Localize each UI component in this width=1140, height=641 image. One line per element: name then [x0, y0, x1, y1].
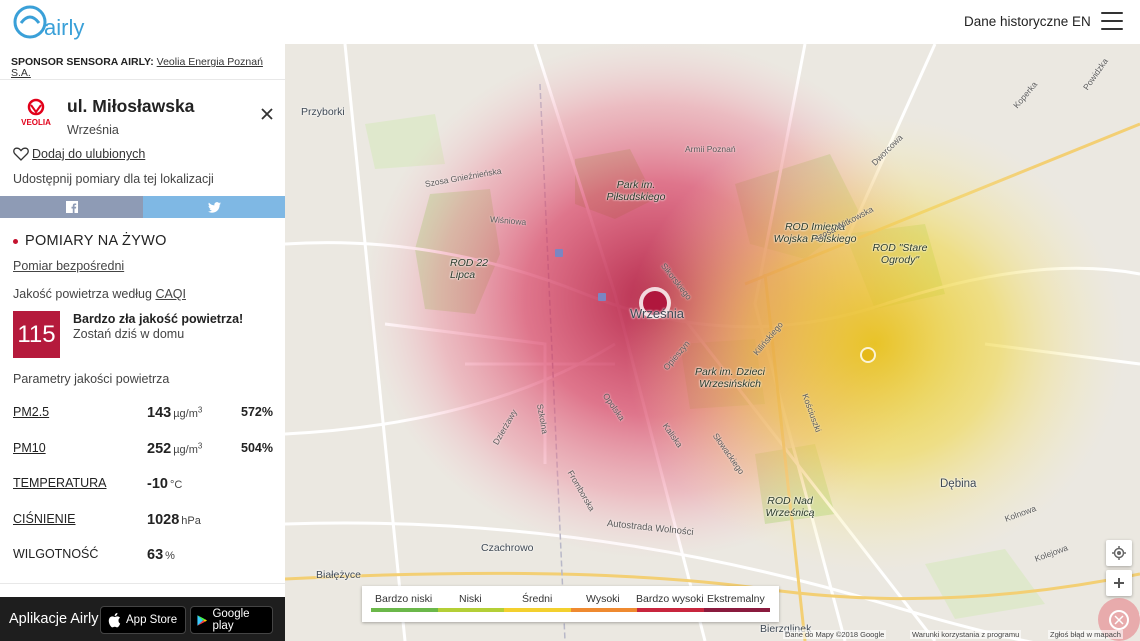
station-city: Września: [67, 123, 119, 137]
hamburger-icon[interactable]: [1101, 12, 1123, 30]
close-icon[interactable]: [261, 108, 273, 120]
bookmark-icon: [1109, 609, 1129, 630]
map-label: ROD "Stare Ogrody": [872, 242, 928, 266]
param-name[interactable]: PM10: [13, 441, 46, 455]
legend-label: Wysoki: [586, 593, 620, 605]
street-label: Armii Poznań: [685, 144, 736, 154]
top-header: airly Dane historyczne EN: [0, 0, 1140, 44]
transit-icon: [555, 249, 563, 257]
sensor-marker-yellow[interactable]: [862, 349, 874, 361]
param-value: 1028 hPa: [147, 512, 201, 528]
location-target-icon: [1112, 546, 1126, 560]
app-store-button[interactable]: App Store: [100, 606, 186, 634]
param-row-humidity: WILGOTNOŚĆ 63%: [13, 547, 273, 569]
legend-label: Niski: [459, 593, 482, 605]
airly-logo[interactable]: airly: [12, 3, 92, 41]
twitter-share-button[interactable]: [143, 196, 285, 218]
facebook-icon: [65, 201, 78, 213]
param-row-pm25: PM2.5 143 µg/m3 572%: [13, 405, 273, 427]
caqi-prefix: Jakość powietrza według: [13, 287, 156, 301]
param-name[interactable]: CIŚNIENIE: [13, 512, 76, 526]
caqi-caption: Jakość powietrza według CAQI: [13, 287, 186, 301]
language-switch[interactable]: EN: [1072, 14, 1091, 29]
param-percent: 504%: [241, 441, 273, 455]
map-label: ROD 22 Lipca: [450, 257, 488, 281]
apps-label: Aplikacje Airly: [9, 611, 99, 627]
transit-icon: [598, 293, 606, 301]
divider: [0, 583, 285, 584]
live-dot-icon: [13, 238, 18, 244]
app-store-label: App Store: [126, 614, 178, 626]
param-value: 63%: [147, 547, 175, 563]
caqi-link[interactable]: CAQI: [155, 287, 186, 301]
legend-color-bar: [371, 608, 770, 612]
sponsor-line: SPONSOR SENSORA AIRLY: Veolia Energia Po…: [11, 57, 273, 79]
parameters-title: Parametry jakości powietrza: [13, 372, 170, 386]
map-label: Białężyce: [316, 569, 361, 581]
param-name: WILGOTNOŚĆ: [13, 547, 99, 561]
map-label: Park im. Dzieci Wrzesińskich: [694, 366, 765, 390]
google-play-label: Google play: [212, 608, 250, 632]
live-title: POMIARY NA ŻYWO: [25, 233, 167, 249]
param-value: 252 µg/m3: [147, 441, 203, 457]
map-label: Dębina: [940, 478, 977, 490]
param-value: 143 µg/m3: [147, 405, 203, 421]
terms-link[interactable]: Warunki korzystania z programu: [910, 630, 1022, 639]
heart-icon: [13, 147, 29, 161]
legend-label: Bardzo wysoki: [636, 593, 704, 605]
legend-label: Średni: [522, 593, 553, 605]
pollution-map[interactable]: Przyborki Koperka Powidzka Armii Poznań …: [285, 44, 1140, 641]
logo-text: airly: [44, 15, 84, 40]
map-base: [285, 44, 1140, 641]
map-label: Park im. Piłsudskiego: [606, 179, 666, 203]
legend-label: Bardzo niski: [375, 593, 433, 605]
legend-label: Ekstremalny: [707, 593, 765, 605]
plus-icon: [1114, 578, 1124, 588]
my-location-button[interactable]: [1106, 540, 1132, 566]
pollution-legend: Bardzo niski Niski Średni Wysoki Bardzo …: [362, 586, 779, 622]
caqi-advice: Zostań dziś w domu: [73, 327, 185, 341]
map-label: Czachrowo: [481, 542, 534, 554]
param-row-temperature: TEMPERATURA -10 °C: [13, 476, 273, 498]
share-text: Udostępnij pomiary dla tej lokalizacji: [13, 172, 214, 186]
add-favorite-button[interactable]: Dodaj do ulubionych: [13, 147, 145, 161]
google-play-button[interactable]: Google play: [190, 606, 273, 634]
param-value: -10 °C: [147, 476, 183, 492]
param-row-pm10: PM10 252 µg/m3 504%: [13, 441, 273, 463]
map-label: Września: [630, 306, 684, 321]
param-row-pressure: CIŚNIENIE 1028 hPa: [13, 512, 273, 534]
map-data-attribution: Dane do Mapy ©2018 Google: [783, 630, 887, 639]
caqi-status-title: Bardzo zła jakość powietrza!: [73, 312, 244, 326]
zoom-in-button[interactable]: [1106, 570, 1132, 596]
google-play-icon: [197, 614, 208, 626]
param-percent: 572%: [241, 405, 273, 419]
facebook-share-button[interactable]: [0, 196, 143, 218]
sponsor-label: SPONSOR SENSORA AIRLY:: [11, 56, 154, 68]
apps-footer: Aplikacje Airly App Store Google play: [0, 597, 285, 641]
historical-data-link[interactable]: Dane historyczne: [964, 14, 1068, 29]
map-label: Przyborki: [301, 106, 345, 118]
param-name[interactable]: TEMPERATURA: [13, 476, 107, 490]
caqi-index-badge: 115: [13, 311, 60, 358]
map-label: ROD Nad Wrześnicą: [765, 495, 815, 519]
station-name: ul. Miłosławska: [67, 96, 195, 116]
param-name[interactable]: PM2.5: [13, 405, 49, 419]
add-favorite-label: Dodaj do ulubionych: [32, 147, 146, 161]
direct-measurement-link[interactable]: Pomiar bezpośredni: [13, 259, 124, 273]
apple-icon: [108, 612, 121, 628]
veolia-logo: VEOLIA: [21, 98, 51, 127]
divider: [0, 79, 285, 80]
report-error-link[interactable]: Zgłoś błąd w mapach: [1048, 630, 1123, 639]
twitter-icon: [207, 201, 221, 213]
svg-text:VEOLIA: VEOLIA: [21, 118, 51, 127]
station-sidebar: SPONSOR SENSORA AIRLY: Veolia Energia Po…: [0, 44, 285, 641]
live-measurements-heading: POMIARY NA ŻYWO: [13, 233, 167, 249]
